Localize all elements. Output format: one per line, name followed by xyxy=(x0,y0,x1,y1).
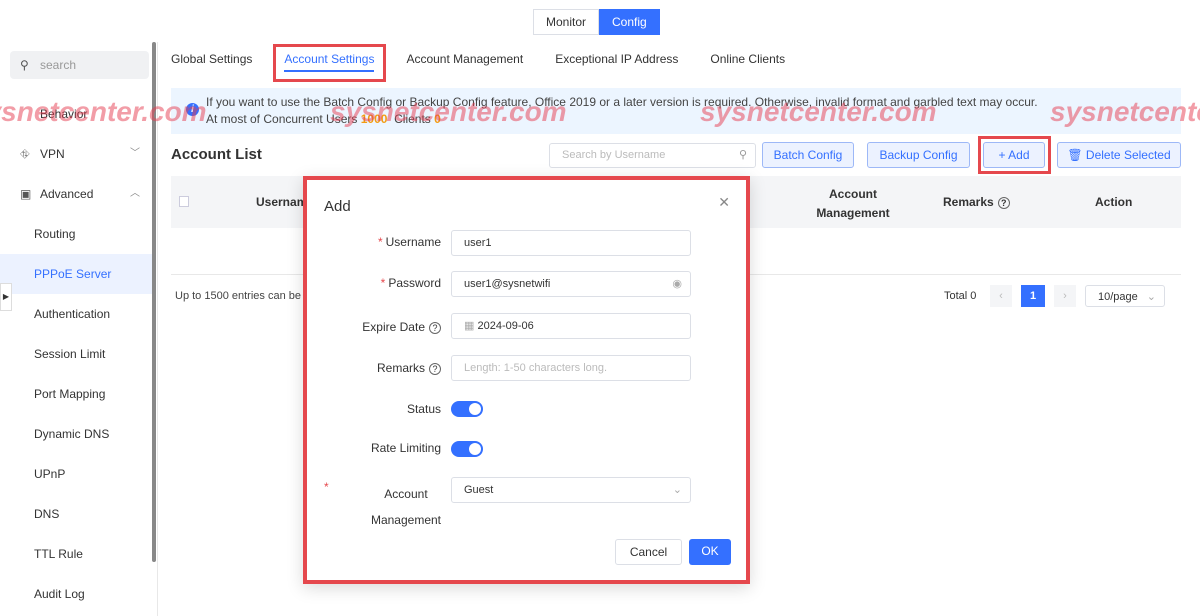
chevron-down-icon: ﹀ xyxy=(130,148,140,159)
page-size-select[interactable]: 10/page ⌄ xyxy=(1085,285,1165,307)
search-icon: ⚲ xyxy=(20,58,29,72)
rate-limiting-toggle[interactable] xyxy=(451,441,483,457)
sidebar-item-dynamic-dns[interactable]: Dynamic DNS xyxy=(0,414,154,454)
help-icon: ? xyxy=(429,321,441,334)
sidebar: ⚲ search Behavior ⛗ VPN ﹀ ▣ Advanced ︿ Routin… xyxy=(0,42,158,616)
trash-icon: 🗑 xyxy=(1067,148,1083,162)
help-icon: ? xyxy=(997,196,1010,209)
sidebar-scrollbar[interactable] xyxy=(152,42,156,562)
remarks-input[interactable]: Length: 1-50 characters long. xyxy=(451,355,691,381)
eye-icon[interactable]: ◉ xyxy=(672,272,682,296)
sidebar-item-ttl-rule[interactable]: TTL Rule xyxy=(0,534,154,574)
monitor-button[interactable]: Monitor xyxy=(533,9,600,35)
config-button[interactable]: Config xyxy=(599,9,660,35)
sidebar-item-upnp[interactable]: UPnP xyxy=(0,454,154,494)
close-icon[interactable]: ✕ xyxy=(718,194,730,211)
prev-page-button[interactable]: ‹ xyxy=(990,285,1012,307)
add-account-dialog: Add ✕ * Username user1 * Password user1@sy… xyxy=(303,176,750,584)
sidebar-item-port-mapping[interactable]: Port Mapping xyxy=(0,374,154,414)
cancel-button[interactable]: Cancel xyxy=(615,539,682,565)
account-management-select[interactable]: Guest ⌄ xyxy=(451,477,691,503)
vpn-icon: ⛗ xyxy=(20,147,30,161)
sidebar-item-routing[interactable]: Routing xyxy=(0,214,154,254)
tab-global-settings[interactable]: Global Settings xyxy=(171,48,252,72)
sidebar-item-vpn[interactable]: ⛗ VPN ﹀ xyxy=(0,134,154,174)
status-toggle[interactable] xyxy=(451,401,483,417)
chevron-down-icon: ⌄ xyxy=(1146,291,1156,303)
password-input[interactable]: user1@sysnetwifi ◉ xyxy=(451,271,691,297)
sidebar-item-behavior[interactable]: Behavior xyxy=(0,94,154,134)
ok-button[interactable]: OK xyxy=(689,539,731,565)
tab-exceptional-ip[interactable]: Exceptional IP Address xyxy=(555,48,678,72)
search-icon: ⚲ xyxy=(738,149,747,161)
chevron-down-icon: ⌄ xyxy=(672,484,682,496)
delete-selected-button[interactable]: 🗑 Delete Selected xyxy=(1057,142,1181,168)
tab-online-clients[interactable]: Online Clients xyxy=(710,48,785,72)
sidebar-item-session-limit[interactable]: Session Limit xyxy=(0,334,154,374)
tab-bar: Global Settings Account Settings Account… xyxy=(171,48,817,72)
calendar-icon: ▦ xyxy=(464,320,475,332)
sidebar-collapse-handle[interactable]: ▶ xyxy=(0,283,12,311)
expire-date-input[interactable]: ▦ 2024-09-06 xyxy=(451,313,691,339)
sidebar-item-audit-log[interactable]: Audit Log xyxy=(0,574,154,614)
info-icon: i xyxy=(186,103,199,116)
select-all-checkbox[interactable] xyxy=(179,196,189,207)
sidebar-item-pppoe-server[interactable]: PPPoE Server xyxy=(0,254,154,294)
sidebar-item-dns[interactable]: DNS xyxy=(0,494,154,534)
username-input[interactable]: user1 xyxy=(451,230,691,256)
backup-config-button[interactable]: Backup Config xyxy=(867,142,970,168)
briefcase-icon: ▣ xyxy=(20,187,32,201)
info-notice: i If you want to use the Batch Config or… xyxy=(171,88,1181,134)
page-1-button[interactable]: 1 xyxy=(1021,285,1045,307)
account-list-title: Account List xyxy=(171,146,262,163)
help-icon: ? xyxy=(429,362,441,375)
view-toggle: Monitor Config xyxy=(533,9,660,35)
chevron-up-icon: ︿ xyxy=(130,188,140,199)
next-page-button[interactable]: › xyxy=(1054,285,1076,307)
tab-account-management[interactable]: Account Management xyxy=(406,48,523,72)
batch-config-button[interactable]: Batch Config xyxy=(762,142,854,168)
sidebar-item-authentication[interactable]: Authentication xyxy=(0,294,154,334)
sidebar-item-advanced[interactable]: ▣ Advanced ︿ xyxy=(0,174,154,214)
highlight-box xyxy=(273,44,386,82)
sidebar-search-input[interactable]: ⚲ search xyxy=(10,51,149,79)
username-search-input[interactable]: Search by Username ⚲ xyxy=(549,143,756,168)
highlight-box xyxy=(978,136,1051,174)
